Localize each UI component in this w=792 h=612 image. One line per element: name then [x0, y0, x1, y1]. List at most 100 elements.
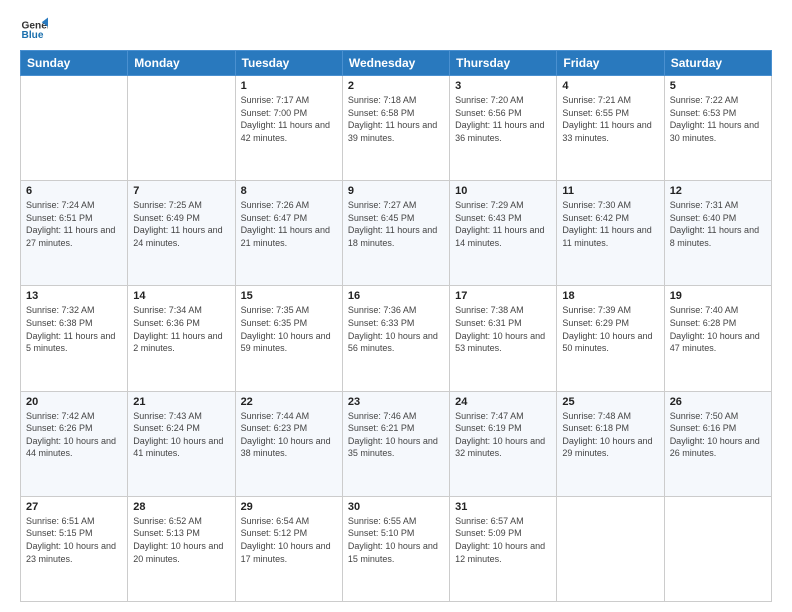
calendar-cell: 8 Sunrise: 7:26 AM Sunset: 6:47 PM Daylig…	[235, 181, 342, 286]
day-info: Sunrise: 7:17 AM Sunset: 7:00 PM Dayligh…	[241, 94, 337, 144]
day-info: Sunrise: 7:44 AM Sunset: 6:23 PM Dayligh…	[241, 410, 337, 460]
logo: General Blue	[20, 16, 48, 44]
day-number: 29	[241, 501, 337, 513]
day-number: 31	[455, 501, 551, 513]
calendar-header-row: SundayMondayTuesdayWednesdayThursdayFrid…	[21, 51, 772, 76]
day-number: 17	[455, 290, 551, 302]
day-info: Sunrise: 6:52 AM Sunset: 5:13 PM Dayligh…	[133, 515, 229, 565]
page: General Blue SundayMondayTuesdayWednesda…	[0, 0, 792, 612]
day-header-friday: Friday	[557, 51, 664, 76]
calendar-cell: 6 Sunrise: 7:24 AM Sunset: 6:51 PM Daylig…	[21, 181, 128, 286]
day-info: Sunrise: 7:47 AM Sunset: 6:19 PM Dayligh…	[455, 410, 551, 460]
logo-icon: General Blue	[20, 16, 48, 44]
day-number: 9	[348, 185, 444, 197]
day-number: 28	[133, 501, 229, 513]
day-number: 11	[562, 185, 658, 197]
day-number: 22	[241, 396, 337, 408]
day-info: Sunrise: 7:25 AM Sunset: 6:49 PM Dayligh…	[133, 199, 229, 249]
day-info: Sunrise: 7:24 AM Sunset: 6:51 PM Dayligh…	[26, 199, 122, 249]
calendar-cell: 2Sunrise: 7:18 AM Sunset: 6:58 PM Daylig…	[342, 76, 449, 181]
calendar-cell: 11 Sunrise: 7:30 AM Sunset: 6:42 PM Dayli…	[557, 181, 664, 286]
day-info: Sunrise: 7:22 AM Sunset: 6:53 PM Dayligh…	[670, 94, 766, 144]
day-number: 4	[562, 80, 658, 92]
day-number: 5	[670, 80, 766, 92]
day-number: 12	[670, 185, 766, 197]
calendar-cell: 21Sunrise: 7:43 AM Sunset: 6:24 PM Dayli…	[128, 391, 235, 496]
week-row-1: 1 Sunrise: 7:17 AM Sunset: 7:00 PM Daylig…	[21, 76, 772, 181]
calendar-cell: 5 Sunrise: 7:22 AM Sunset: 6:53 PM Daylig…	[664, 76, 771, 181]
calendar-cell: 14 Sunrise: 7:34 AM Sunset: 6:36 PM Dayli…	[128, 286, 235, 391]
calendar-cell: 18 Sunrise: 7:39 AM Sunset: 6:29 PM Dayli…	[557, 286, 664, 391]
calendar-cell: 9 Sunrise: 7:27 AM Sunset: 6:45 PM Daylig…	[342, 181, 449, 286]
day-number: 20	[26, 396, 122, 408]
calendar-cell: 17Sunrise: 7:38 AM Sunset: 6:31 PM Dayli…	[450, 286, 557, 391]
day-info: Sunrise: 7:21 AM Sunset: 6:55 PM Dayligh…	[562, 94, 658, 144]
day-info: Sunrise: 7:36 AM Sunset: 6:33 PM Dayligh…	[348, 304, 444, 354]
day-info: Sunrise: 7:32 AM Sunset: 6:38 PM Dayligh…	[26, 304, 122, 354]
day-number: 26	[670, 396, 766, 408]
day-number: 1	[241, 80, 337, 92]
calendar-cell: 7 Sunrise: 7:25 AM Sunset: 6:49 PM Daylig…	[128, 181, 235, 286]
calendar-cell: 25 Sunrise: 7:48 AM Sunset: 6:18 PM Dayli…	[557, 391, 664, 496]
day-number: 6	[26, 185, 122, 197]
day-header-thursday: Thursday	[450, 51, 557, 76]
calendar-cell	[128, 76, 235, 181]
day-info: Sunrise: 6:54 AM Sunset: 5:12 PM Dayligh…	[241, 515, 337, 565]
day-info: Sunrise: 7:42 AM Sunset: 6:26 PM Dayligh…	[26, 410, 122, 460]
day-number: 25	[562, 396, 658, 408]
calendar-cell	[557, 496, 664, 601]
day-info: Sunrise: 7:43 AM Sunset: 6:24 PM Dayligh…	[133, 410, 229, 460]
day-info: Sunrise: 7:34 AM Sunset: 6:36 PM Dayligh…	[133, 304, 229, 354]
day-header-saturday: Saturday	[664, 51, 771, 76]
day-number: 15	[241, 290, 337, 302]
day-number: 18	[562, 290, 658, 302]
day-info: Sunrise: 7:39 AM Sunset: 6:29 PM Dayligh…	[562, 304, 658, 354]
day-info: Sunrise: 7:46 AM Sunset: 6:21 PM Dayligh…	[348, 410, 444, 460]
week-row-3: 13 Sunrise: 7:32 AM Sunset: 6:38 PM Dayli…	[21, 286, 772, 391]
day-number: 24	[455, 396, 551, 408]
week-row-4: 20 Sunrise: 7:42 AM Sunset: 6:26 PM Dayli…	[21, 391, 772, 496]
day-header-monday: Monday	[128, 51, 235, 76]
week-row-2: 6 Sunrise: 7:24 AM Sunset: 6:51 PM Daylig…	[21, 181, 772, 286]
calendar-cell: 22 Sunrise: 7:44 AM Sunset: 6:23 PM Dayli…	[235, 391, 342, 496]
calendar-cell: 30Sunrise: 6:55 AM Sunset: 5:10 PM Dayli…	[342, 496, 449, 601]
svg-text:Blue: Blue	[22, 30, 44, 41]
header: General Blue	[20, 16, 772, 44]
calendar-cell: 4 Sunrise: 7:21 AM Sunset: 6:55 PM Daylig…	[557, 76, 664, 181]
day-header-wednesday: Wednesday	[342, 51, 449, 76]
calendar-table: SundayMondayTuesdayWednesdayThursdayFrid…	[20, 50, 772, 602]
day-info: Sunrise: 7:35 AM Sunset: 6:35 PM Dayligh…	[241, 304, 337, 354]
day-number: 14	[133, 290, 229, 302]
calendar-cell: 12 Sunrise: 7:31 AM Sunset: 6:40 PM Dayli…	[664, 181, 771, 286]
calendar-cell: 16Sunrise: 7:36 AM Sunset: 6:33 PM Dayli…	[342, 286, 449, 391]
day-number: 13	[26, 290, 122, 302]
day-info: Sunrise: 7:30 AM Sunset: 6:42 PM Dayligh…	[562, 199, 658, 249]
day-info: Sunrise: 7:50 AM Sunset: 6:16 PM Dayligh…	[670, 410, 766, 460]
day-header-tuesday: Tuesday	[235, 51, 342, 76]
day-info: Sunrise: 7:48 AM Sunset: 6:18 PM Dayligh…	[562, 410, 658, 460]
calendar-cell: 29 Sunrise: 6:54 AM Sunset: 5:12 PM Dayli…	[235, 496, 342, 601]
calendar-cell: 28 Sunrise: 6:52 AM Sunset: 5:13 PM Dayli…	[128, 496, 235, 601]
day-info: Sunrise: 7:31 AM Sunset: 6:40 PM Dayligh…	[670, 199, 766, 249]
day-info: Sunrise: 7:20 AM Sunset: 6:56 PM Dayligh…	[455, 94, 551, 144]
week-row-5: 27Sunrise: 6:51 AM Sunset: 5:15 PM Dayli…	[21, 496, 772, 601]
day-info: Sunrise: 7:29 AM Sunset: 6:43 PM Dayligh…	[455, 199, 551, 249]
day-number: 7	[133, 185, 229, 197]
day-info: Sunrise: 7:27 AM Sunset: 6:45 PM Dayligh…	[348, 199, 444, 249]
calendar-cell: 26 Sunrise: 7:50 AM Sunset: 6:16 PM Dayli…	[664, 391, 771, 496]
calendar-cell: 19 Sunrise: 7:40 AM Sunset: 6:28 PM Dayli…	[664, 286, 771, 391]
day-info: Sunrise: 6:51 AM Sunset: 5:15 PM Dayligh…	[26, 515, 122, 565]
day-header-sunday: Sunday	[21, 51, 128, 76]
calendar-cell: 31 Sunrise: 6:57 AM Sunset: 5:09 PM Dayli…	[450, 496, 557, 601]
day-info: Sunrise: 6:57 AM Sunset: 5:09 PM Dayligh…	[455, 515, 551, 565]
day-number: 8	[241, 185, 337, 197]
day-info: Sunrise: 6:55 AM Sunset: 5:10 PM Dayligh…	[348, 515, 444, 565]
day-number: 19	[670, 290, 766, 302]
day-number: 2	[348, 80, 444, 92]
day-info: Sunrise: 7:40 AM Sunset: 6:28 PM Dayligh…	[670, 304, 766, 354]
calendar-cell: 10Sunrise: 7:29 AM Sunset: 6:43 PM Dayli…	[450, 181, 557, 286]
day-number: 23	[348, 396, 444, 408]
day-info: Sunrise: 7:26 AM Sunset: 6:47 PM Dayligh…	[241, 199, 337, 249]
calendar-cell: 23 Sunrise: 7:46 AM Sunset: 6:21 PM Dayli…	[342, 391, 449, 496]
calendar-cell: 13 Sunrise: 7:32 AM Sunset: 6:38 PM Dayli…	[21, 286, 128, 391]
